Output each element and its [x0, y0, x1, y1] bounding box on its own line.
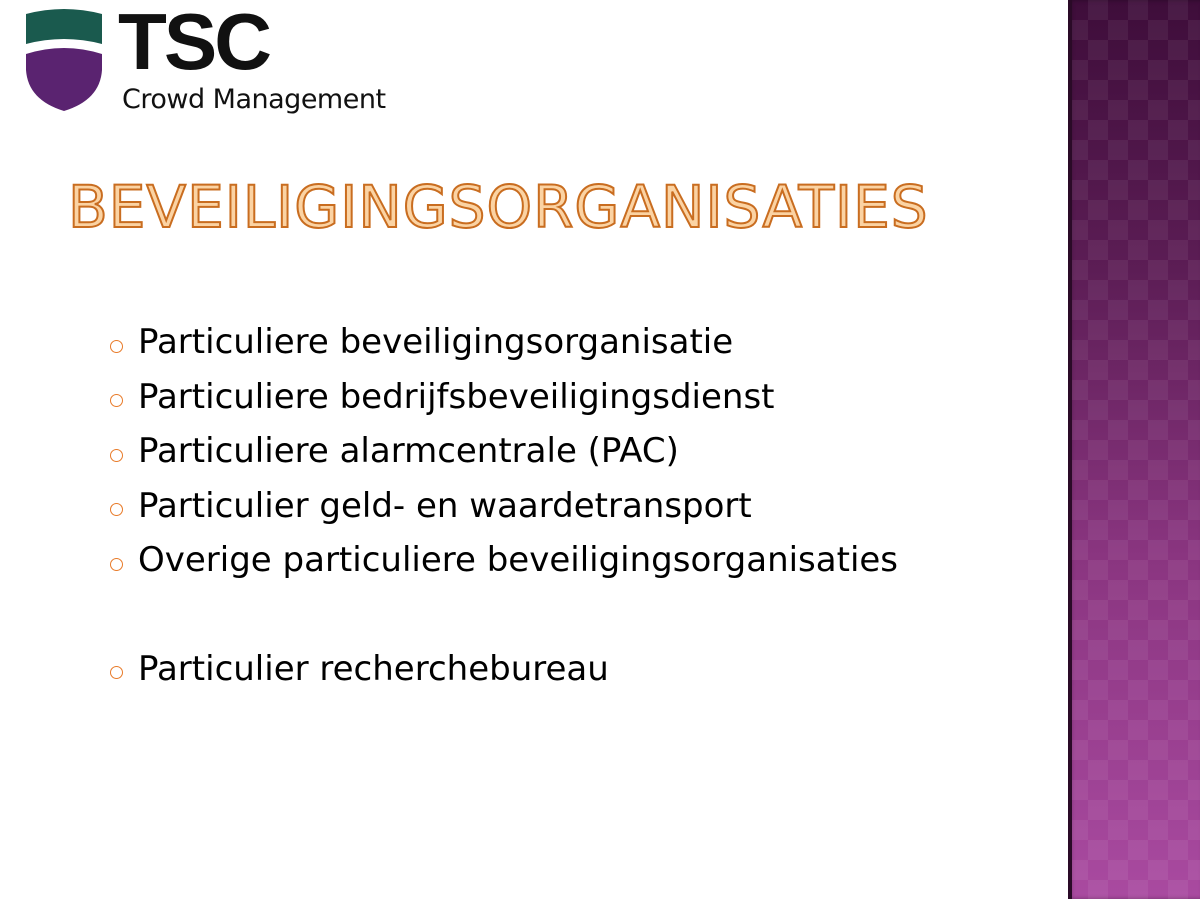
list-item-text: Particulier recherchebureau [138, 648, 609, 689]
list-item-text: Particuliere beveiligingsorganisatie [138, 322, 734, 363]
circle-bullet-icon [110, 339, 123, 353]
logo-subtitle: Crowd Management [122, 84, 386, 115]
list-item: Particulier recherchebureau [110, 642, 898, 697]
bullet-list: Particuliere beveiligingsorganisatie Par… [110, 315, 898, 696]
list-item: Particulier geld- en waardetransport [110, 479, 898, 534]
diamond-pattern [1068, 0, 1200, 899]
list-item: Particuliere bedrijfsbeveiligingsdienst [110, 370, 898, 425]
logo-wordmark: TSC [118, 0, 272, 86]
slide: TSC Crowd Management Beveiligingsorganis… [0, 0, 1200, 899]
slide-title: Beveiligingsorganisaties [67, 173, 929, 241]
side-decoration-band [1068, 0, 1200, 899]
shield-logo-icon [26, 9, 102, 111]
list-item-text: Particulier geld- en waardetransport [138, 485, 752, 526]
circle-bullet-icon [110, 503, 123, 517]
circle-bullet-icon [110, 557, 123, 571]
circle-bullet-icon [110, 448, 123, 462]
band-edge [1068, 0, 1072, 899]
list-item: Particuliere alarmcentrale (PAC) [110, 424, 898, 479]
list-item-text: Overige particuliere beveiligingsorganis… [138, 540, 899, 581]
list-item-text: Particuliere bedrijfsbeveiligingsdienst [138, 376, 775, 417]
list-item: Overige particuliere beveiligingsorganis… [110, 533, 898, 588]
tsc-logo: TSC Crowd Management [22, 2, 422, 123]
circle-bullet-icon [110, 394, 123, 408]
list-item-text: Particuliere alarmcentrale (PAC) [138, 431, 679, 472]
list-item: Particuliere beveiligingsorganisatie [110, 315, 898, 370]
circle-bullet-icon [110, 666, 123, 680]
